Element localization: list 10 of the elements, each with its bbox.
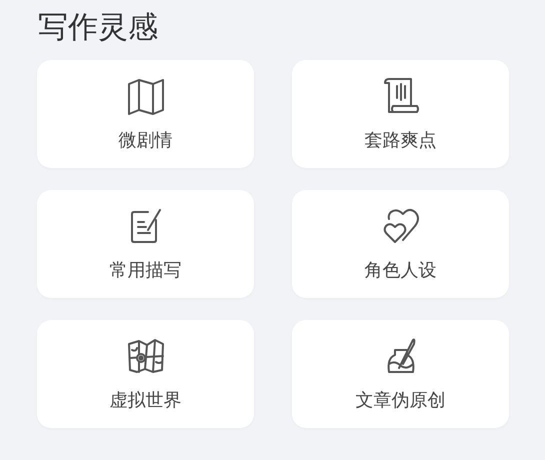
hearts-icon (380, 206, 420, 246)
inspiration-card[interactable]: 角色人设 (292, 190, 509, 298)
inspiration-card[interactable]: 套路爽点 (292, 60, 509, 168)
inspiration-card[interactable]: 常用描写 (37, 190, 254, 298)
inspiration-card[interactable]: 文章伪原创 (292, 320, 509, 428)
section-title: 写作灵感 (38, 9, 159, 47)
inspiration-card[interactable]: 虚拟世界 (37, 320, 254, 428)
map-pin-icon (126, 336, 166, 376)
folded-map-icon (126, 76, 166, 116)
inspiration-card[interactable]: 微剧情 (37, 60, 254, 168)
